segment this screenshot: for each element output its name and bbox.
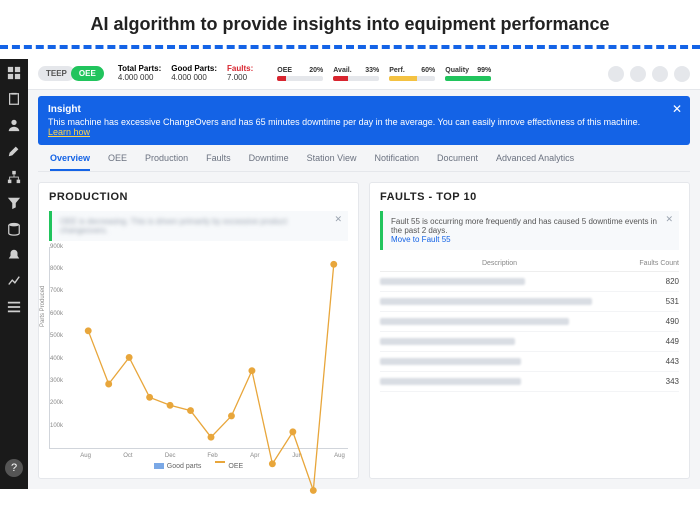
oee-line (78, 251, 344, 517)
stat-total-parts: Total Parts: 4.000 000 (118, 65, 161, 83)
page-headline: AI algorithm to provide insights into eq… (0, 0, 700, 45)
faults-note: ✕ Fault 55 is occurring more frequently … (380, 211, 679, 250)
panel-faults: FAULTS - TOP 10 ✕ Fault 55 is occurring … (369, 182, 690, 479)
settings-icon[interactable] (674, 66, 690, 82)
stat-faults: Faults: 7.000 (227, 65, 253, 83)
dashboard-app: ? TEEP OEE Total Parts: 4.000 000 Good P… (0, 59, 700, 489)
table-row[interactable]: 490 (380, 312, 679, 332)
production-chart: Parts Produced 100k200k300k400k500k600k7… (39, 247, 358, 478)
faults-title: FAULTS - TOP 10 (370, 183, 689, 211)
chart-legend: Good parts OEE (49, 463, 348, 470)
insight-body: This machine has excessive ChangeOvers a… (48, 117, 640, 127)
tabs: Overview OEE Production Faults Downtime Stati… (38, 145, 690, 172)
tab-overview[interactable]: Overview (50, 153, 90, 171)
help-icon[interactable] (652, 66, 668, 82)
move-to-fault-link[interactable]: Move to Fault 55 (391, 235, 451, 244)
sidebar-item-alerts[interactable] (6, 247, 22, 263)
sidebar-item-list[interactable] (6, 299, 22, 315)
main-area: TEEP OEE Total Parts: 4.000 000 Good Par… (28, 59, 700, 489)
sidebar-item-filter[interactable] (6, 195, 22, 211)
production-title: PRODUCTION (39, 183, 358, 211)
tab-production[interactable]: Production (145, 153, 188, 171)
topbar-actions (608, 66, 690, 82)
sidebar-item-database[interactable] (6, 221, 22, 237)
note-close-icon[interactable]: ✕ (334, 214, 342, 225)
table-row[interactable]: 443 (380, 352, 679, 372)
info-icon[interactable] (608, 66, 624, 82)
table-row[interactable]: 343 (380, 372, 679, 392)
learn-how-link[interactable]: Learn how (48, 127, 90, 137)
tab-station-view[interactable]: Station View (307, 153, 357, 171)
tab-advanced-analytics[interactable]: Advanced Analytics (496, 153, 574, 171)
sidebar-item-analytics[interactable] (6, 273, 22, 289)
sidebar-item-brush[interactable] (6, 143, 22, 159)
sidebar-item-help[interactable]: ? (5, 459, 23, 477)
insight-banner: ✕ Insight This machine has excessive Cha… (38, 96, 690, 145)
tab-downtime[interactable]: Downtime (249, 153, 289, 171)
top-metrics-bar: TEEP OEE Total Parts: 4.000 000 Good Par… (28, 59, 700, 90)
headline-divider (0, 45, 700, 49)
chart-icon[interactable] (630, 66, 646, 82)
kpi-meters: OEE20% Avail.33% Perf.60% Quality99% (277, 67, 491, 81)
close-icon[interactable]: ✕ (672, 102, 682, 116)
faults-table: Description Faults Count 820531490449443… (370, 256, 689, 478)
table-row[interactable]: 820 (380, 272, 679, 292)
sidebar-item-clipboard[interactable] (6, 91, 22, 107)
tab-oee[interactable]: OEE (108, 153, 127, 171)
y-axis-label: Parts Produced (40, 286, 46, 327)
faults-table-header: Description Faults Count (380, 256, 679, 272)
sidebar-item-users[interactable] (6, 117, 22, 133)
panel-production: PRODUCTION ✕ OEE is decreasing. This is … (38, 182, 359, 479)
note-close-icon[interactable]: ✕ (665, 214, 673, 225)
kpi-meter: Avail.33% (333, 67, 379, 81)
tab-document[interactable]: Document (437, 153, 478, 171)
pill-oee[interactable]: OEE (71, 66, 104, 81)
parts-stats: Total Parts: 4.000 000 Good Parts: 4.000… (118, 65, 253, 83)
insight-title: Insight (48, 104, 662, 115)
mode-toggle[interactable]: TEEP OEE (38, 66, 104, 81)
pill-teep[interactable]: TEEP (38, 66, 75, 81)
sidebar: ? (0, 59, 28, 489)
kpi-meter: Quality99% (445, 67, 491, 81)
table-row[interactable]: 449 (380, 332, 679, 352)
sidebar-item-hierarchy[interactable] (6, 169, 22, 185)
table-row[interactable]: 531 (380, 292, 679, 312)
production-note: ✕ OEE is decreasing. This is driven prim… (49, 211, 348, 241)
kpi-meter: OEE20% (277, 67, 323, 81)
tab-faults[interactable]: Faults (206, 153, 231, 171)
sidebar-item-dashboard[interactable] (6, 65, 22, 81)
x-axis: AugOctDecFebAprJunAug (49, 453, 348, 459)
tab-notification[interactable]: Notification (374, 153, 419, 171)
bar-chart: Parts Produced 100k200k300k400k500k600k7… (49, 247, 348, 449)
content: PRODUCTION ✕ OEE is decreasing. This is … (28, 172, 700, 489)
stat-good-parts: Good Parts: 4.000 000 (171, 65, 217, 83)
kpi-meter: Perf.60% (389, 67, 435, 81)
